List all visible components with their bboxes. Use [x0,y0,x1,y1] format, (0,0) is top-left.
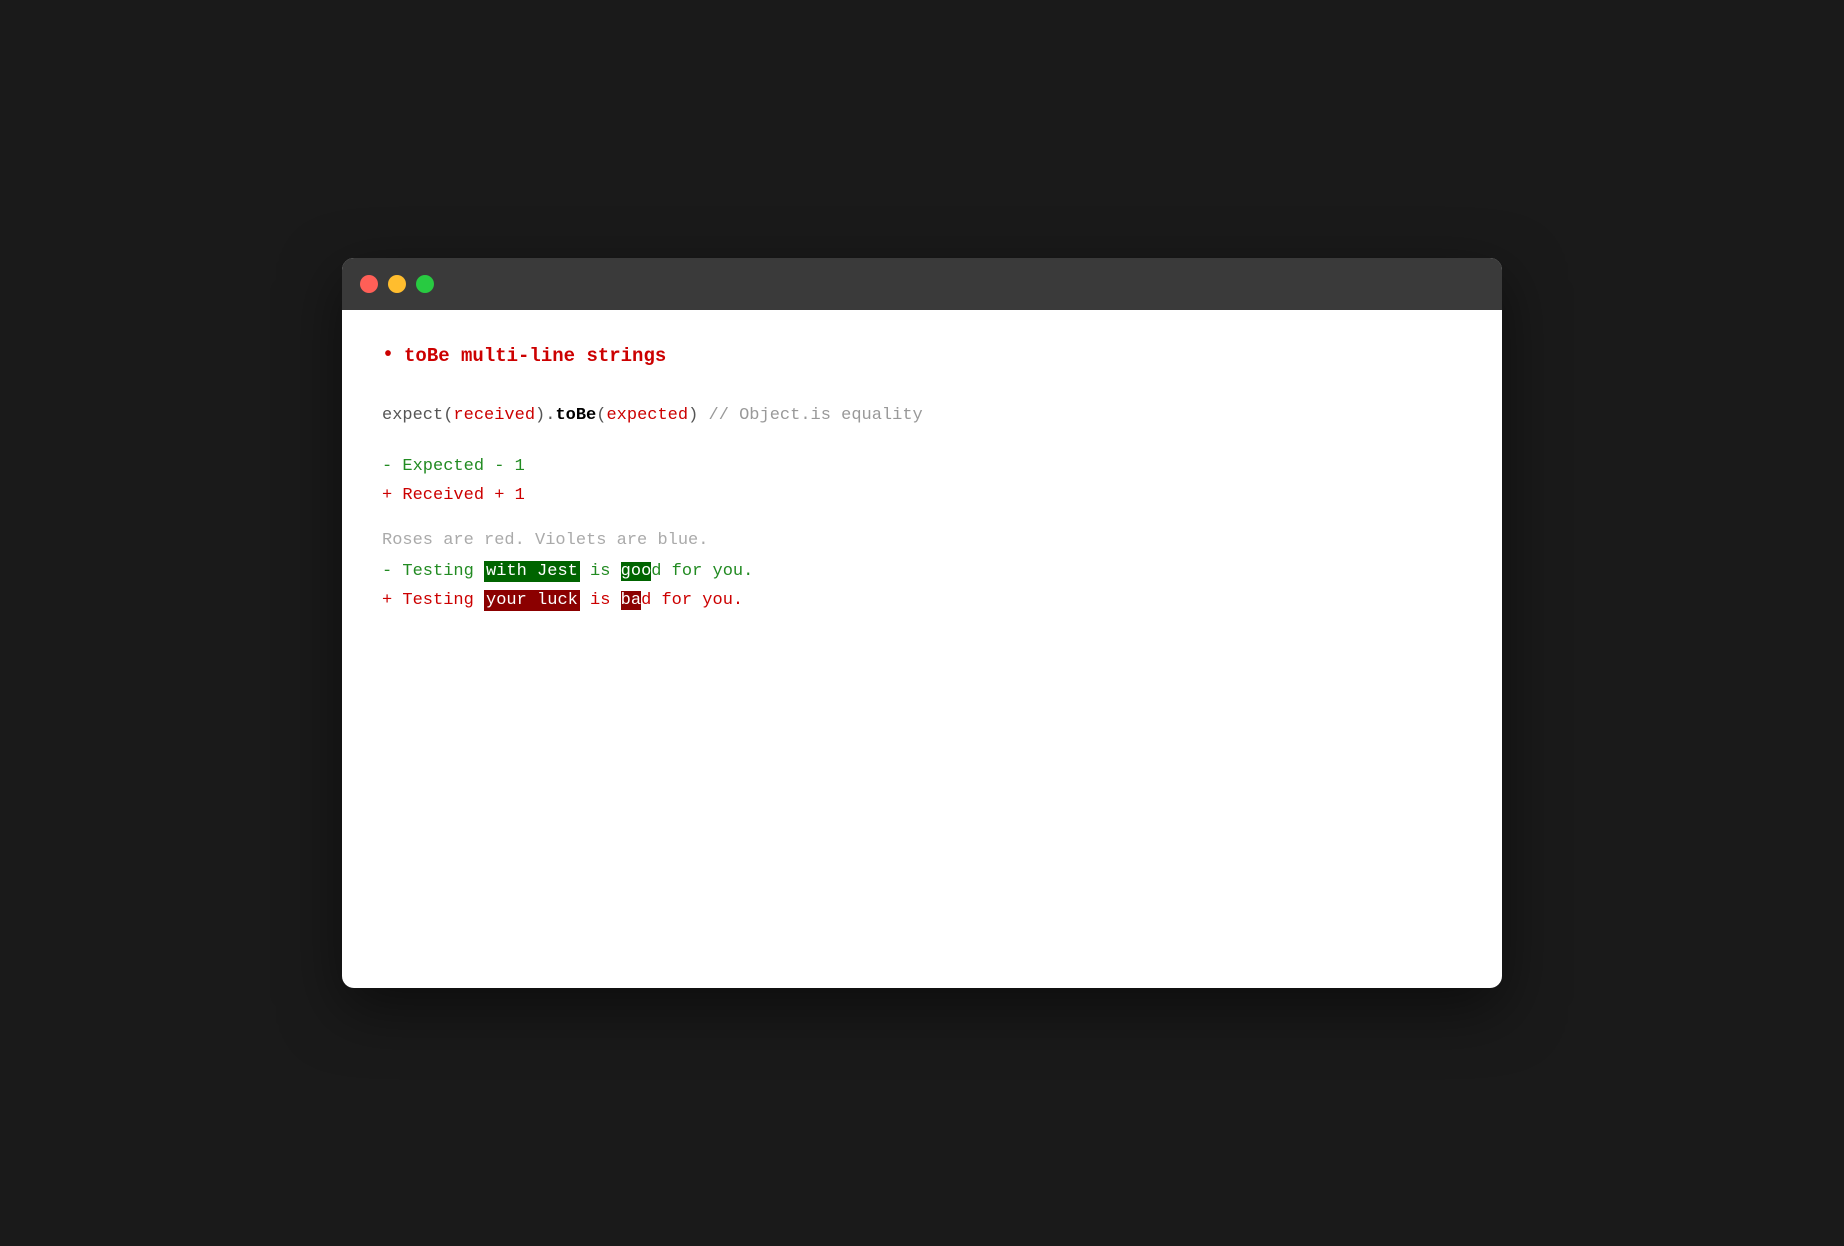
content-area: • toBe multi-line strings expect(receive… [342,310,1502,646]
app-window: • toBe multi-line strings expect(receive… [342,258,1502,988]
diff-plus-line: + Testing your luck is bad for you. [382,587,1462,616]
minimize-button[interactable] [388,275,406,293]
code-method: toBe [555,406,596,425]
titlebar [342,258,1502,310]
minus-prefix: - Testing [382,562,484,581]
maximize-button[interactable] [416,275,434,293]
bullet-icon: • [382,340,394,372]
test-title-text: toBe multi-line strings [404,341,666,371]
diff-received-line: + Received + 1 [382,482,1462,511]
code-expected-arg: expected [606,406,688,425]
code-comment: // Object.is equality [698,406,922,425]
diff-minus-line: - Testing with Jest is good for you. [382,558,1462,587]
close-button[interactable] [360,275,378,293]
code-paren-close: ) [688,406,698,425]
plus-highlight-ba: ba [621,591,641,610]
plus-prefix: + Testing [382,591,484,610]
diff-header-section: - Expected - 1 + Received + 1 [382,453,1462,511]
minus-highlight-jest: with Jest [484,561,580,582]
minus-highlight-goo: goo [621,562,652,581]
code-dot: ). [535,406,555,425]
plus-d: d for you. [641,591,743,610]
minus-d: d for you. [651,562,753,581]
code-signature-line: expect(received).toBe(expected) // Objec… [382,402,1462,429]
plus-middle: is [580,591,621,610]
minus-middle: is [580,562,621,581]
diff-expected-line: - Expected - 1 [382,453,1462,482]
test-title-row: • toBe multi-line strings [382,340,1462,372]
diff-context-line: Roses are red. Violets are blue. [382,527,1462,554]
code-received-arg: received [453,406,535,425]
code-paren-open: ( [596,406,606,425]
plus-highlight-luck: your luck [484,590,580,611]
code-expect-prefix: expect( [382,406,453,425]
